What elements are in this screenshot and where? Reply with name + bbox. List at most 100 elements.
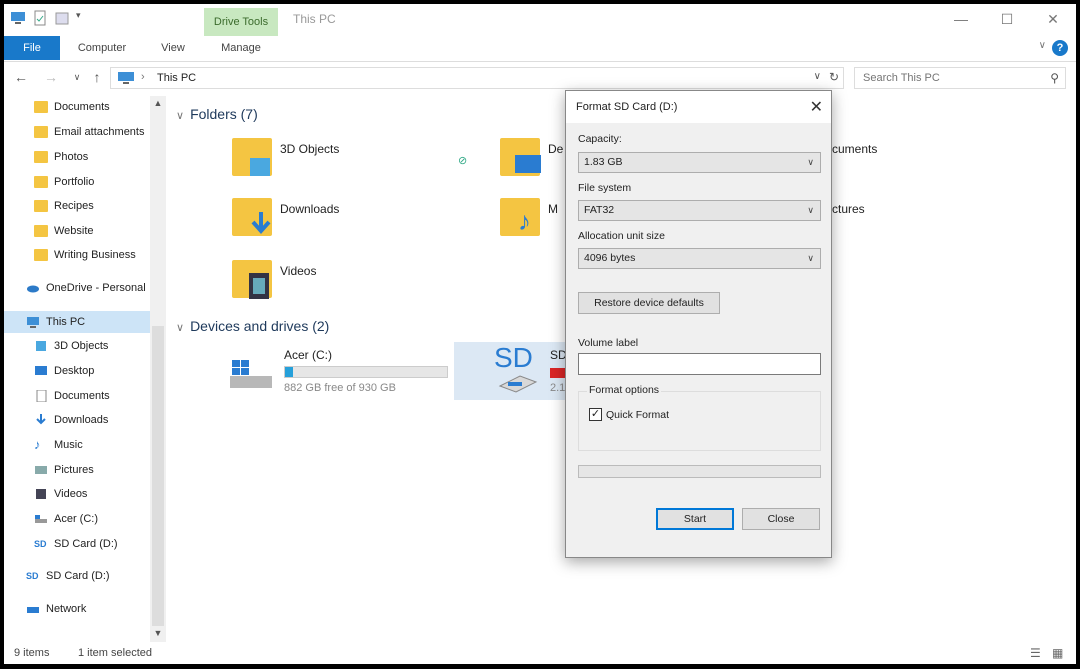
- file-system-label: File system: [578, 182, 632, 194]
- folder-icon: [34, 126, 48, 138]
- tab-computer[interactable]: Computer: [70, 36, 134, 60]
- sidebar-item-this-pc[interactable]: This PC: [4, 311, 150, 333]
- folder-label: ctures: [832, 202, 865, 216]
- sidebar-item-acer-c[interactable]: Acer (C:): [34, 508, 152, 530]
- sidebar-item-portfolio[interactable]: Portfolio: [34, 171, 152, 193]
- search-icon[interactable]: ⚲: [1050, 71, 1059, 85]
- drive-acer-c[interactable]: Acer (C:) 882 GB free of 930 GB: [224, 344, 464, 398]
- expand-ribbon-icon[interactable]: ∨: [1039, 40, 1046, 51]
- sidebar-item-onedrive[interactable]: OneDrive - Personal: [26, 277, 152, 299]
- volume-label-caption: Volume label: [578, 337, 639, 349]
- drive-tools-tab[interactable]: Drive Tools: [204, 8, 278, 36]
- sidebar-item-documents[interactable]: Documents: [34, 96, 152, 118]
- pc-icon: [27, 317, 39, 328]
- recent-locations-icon[interactable]: ∨: [68, 68, 86, 86]
- sidebar-item-label: Recipes: [54, 200, 94, 212]
- address-bar[interactable]: › This PC ∨ ↻: [110, 67, 844, 89]
- large-icons-view-icon[interactable]: ▦: [1052, 646, 1063, 660]
- help-icon[interactable]: ?: [1052, 40, 1068, 56]
- scroll-up-icon[interactable]: ▲: [150, 98, 166, 108]
- quick-format-label: Quick Format: [606, 408, 670, 421]
- collapse-chevron-icon[interactable]: ∨: [176, 110, 184, 122]
- folder-icon: [34, 225, 48, 237]
- volume-label-input[interactable]: [578, 353, 821, 375]
- folder-label: cuments: [832, 142, 878, 156]
- folder-videos[interactable]: Videos: [232, 258, 432, 308]
- folder-icon: [34, 249, 48, 261]
- close-button[interactable]: Close: [742, 508, 820, 530]
- windows-drive-icon: [230, 360, 272, 388]
- sidebar-item-writing-business[interactable]: Writing Business: [34, 244, 152, 266]
- scroll-down-icon[interactable]: ▼: [150, 628, 166, 638]
- breadcrumb[interactable]: This PC: [157, 72, 196, 84]
- sidebar-item-label: 3D Objects: [54, 340, 109, 352]
- restore-defaults-button[interactable]: Restore device defaults: [578, 292, 720, 314]
- chevron-down-icon: ∨: [807, 157, 814, 167]
- tab-manage[interactable]: Manage: [210, 36, 272, 60]
- forward-arrow-icon[interactable]: →: [42, 68, 60, 86]
- sidebar-item-sd-card-root[interactable]: SD SD Card (D:): [26, 565, 152, 587]
- back-arrow-icon[interactable]: ←: [12, 68, 30, 86]
- quick-format-option[interactable]: ✓ Quick Format: [589, 408, 669, 421]
- folder-label: Videos: [280, 264, 317, 278]
- sidebar-item-videos[interactable]: Videos: [34, 483, 152, 505]
- file-system-select[interactable]: FAT32 ∨: [578, 200, 821, 221]
- folder-desktop[interactable]: De: [500, 136, 566, 186]
- tab-file[interactable]: File: [4, 36, 60, 60]
- sidebar-item-documents-lib[interactable]: Documents: [34, 385, 152, 407]
- sidebar-item-label: Downloads: [54, 414, 109, 426]
- file-explorer-window: ▾ Drive Tools This PC — ☐ ✕ File Compute…: [4, 4, 1076, 664]
- format-options-label: Format options: [587, 384, 662, 396]
- sidebar-item-label: Photos: [54, 151, 89, 163]
- refresh-icon[interactable]: ↻: [829, 70, 839, 84]
- sidebar-item-3d-objects[interactable]: 3D Objects: [34, 335, 152, 357]
- sync-status-icon: ⊘: [458, 155, 468, 167]
- drive-free-space: 882 GB free of 930 GB: [284, 382, 396, 394]
- search-input[interactable]: [855, 68, 1035, 88]
- sidebar-scrollbar[interactable]: ▲ ▼: [150, 96, 166, 642]
- dialog-title: Format SD Card (D:): [576, 101, 678, 113]
- search-box[interactable]: ⚲: [854, 67, 1066, 89]
- sidebar-item-downloads[interactable]: Downloads: [34, 409, 152, 431]
- pc-icon[interactable]: [10, 10, 26, 26]
- desktop-icon: [35, 366, 47, 375]
- title-bar: ▾ Drive Tools This PC — ☐ ✕: [4, 4, 1076, 36]
- minimize-button[interactable]: —: [950, 8, 972, 30]
- up-arrow-icon[interactable]: ↑: [88, 68, 106, 86]
- sidebar-item-desktop[interactable]: Desktop: [34, 360, 152, 382]
- sidebar-item-sd-card[interactable]: SD SD Card (D:): [34, 533, 152, 555]
- sidebar-item-network[interactable]: Network: [26, 598, 152, 620]
- sidebar-item-email-attachments[interactable]: Email attachments: [34, 121, 152, 143]
- collapse-chevron-icon[interactable]: ∨: [176, 322, 184, 334]
- onedrive-icon: [27, 285, 39, 293]
- sidebar-item-pictures[interactable]: Pictures: [34, 459, 152, 481]
- sidebar-item-label: Desktop: [54, 365, 95, 377]
- sidebar-item-recipes[interactable]: Recipes: [34, 195, 152, 217]
- desktop-icon: [515, 155, 541, 173]
- new-folder-icon[interactable]: [54, 10, 70, 26]
- folder-downloads[interactable]: Downloads: [232, 196, 432, 246]
- maximize-button[interactable]: ☐: [996, 8, 1018, 30]
- start-button[interactable]: Start: [656, 508, 734, 530]
- quick-format-checkbox[interactable]: ✓: [589, 408, 602, 421]
- 3d-objects-icon: [250, 158, 270, 176]
- close-window-button[interactable]: ✕: [1042, 8, 1064, 30]
- details-view-icon[interactable]: ☰: [1030, 646, 1041, 660]
- qat-dropdown-icon[interactable]: ▾: [76, 10, 92, 26]
- allocation-unit-select[interactable]: 4096 bytes ∨: [578, 248, 821, 269]
- scrollbar-thumb[interactable]: [152, 326, 164, 626]
- music-icon: ♪: [34, 437, 41, 452]
- capacity-select[interactable]: 1.83 GB ∨: [578, 152, 821, 173]
- address-dropdown-icon[interactable]: ∨: [814, 71, 821, 82]
- sidebar-item-website[interactable]: Website: [34, 220, 152, 242]
- sidebar-item-photos[interactable]: Photos: [34, 146, 152, 168]
- music-icon: ♪: [518, 206, 531, 236]
- drive-sd-card-selected[interactable]: SD SD 2.1: [454, 342, 567, 400]
- dialog-close-icon[interactable]: ✕: [810, 97, 823, 117]
- tab-view[interactable]: View: [152, 36, 194, 60]
- folder-3d-objects[interactable]: 3D Objects: [232, 136, 432, 186]
- folder-music[interactable]: ♪ M: [500, 196, 566, 246]
- sidebar-item-label: Documents: [54, 101, 110, 113]
- sidebar-item-music[interactable]: ♪ Music: [34, 434, 152, 456]
- properties-icon[interactable]: [32, 10, 48, 26]
